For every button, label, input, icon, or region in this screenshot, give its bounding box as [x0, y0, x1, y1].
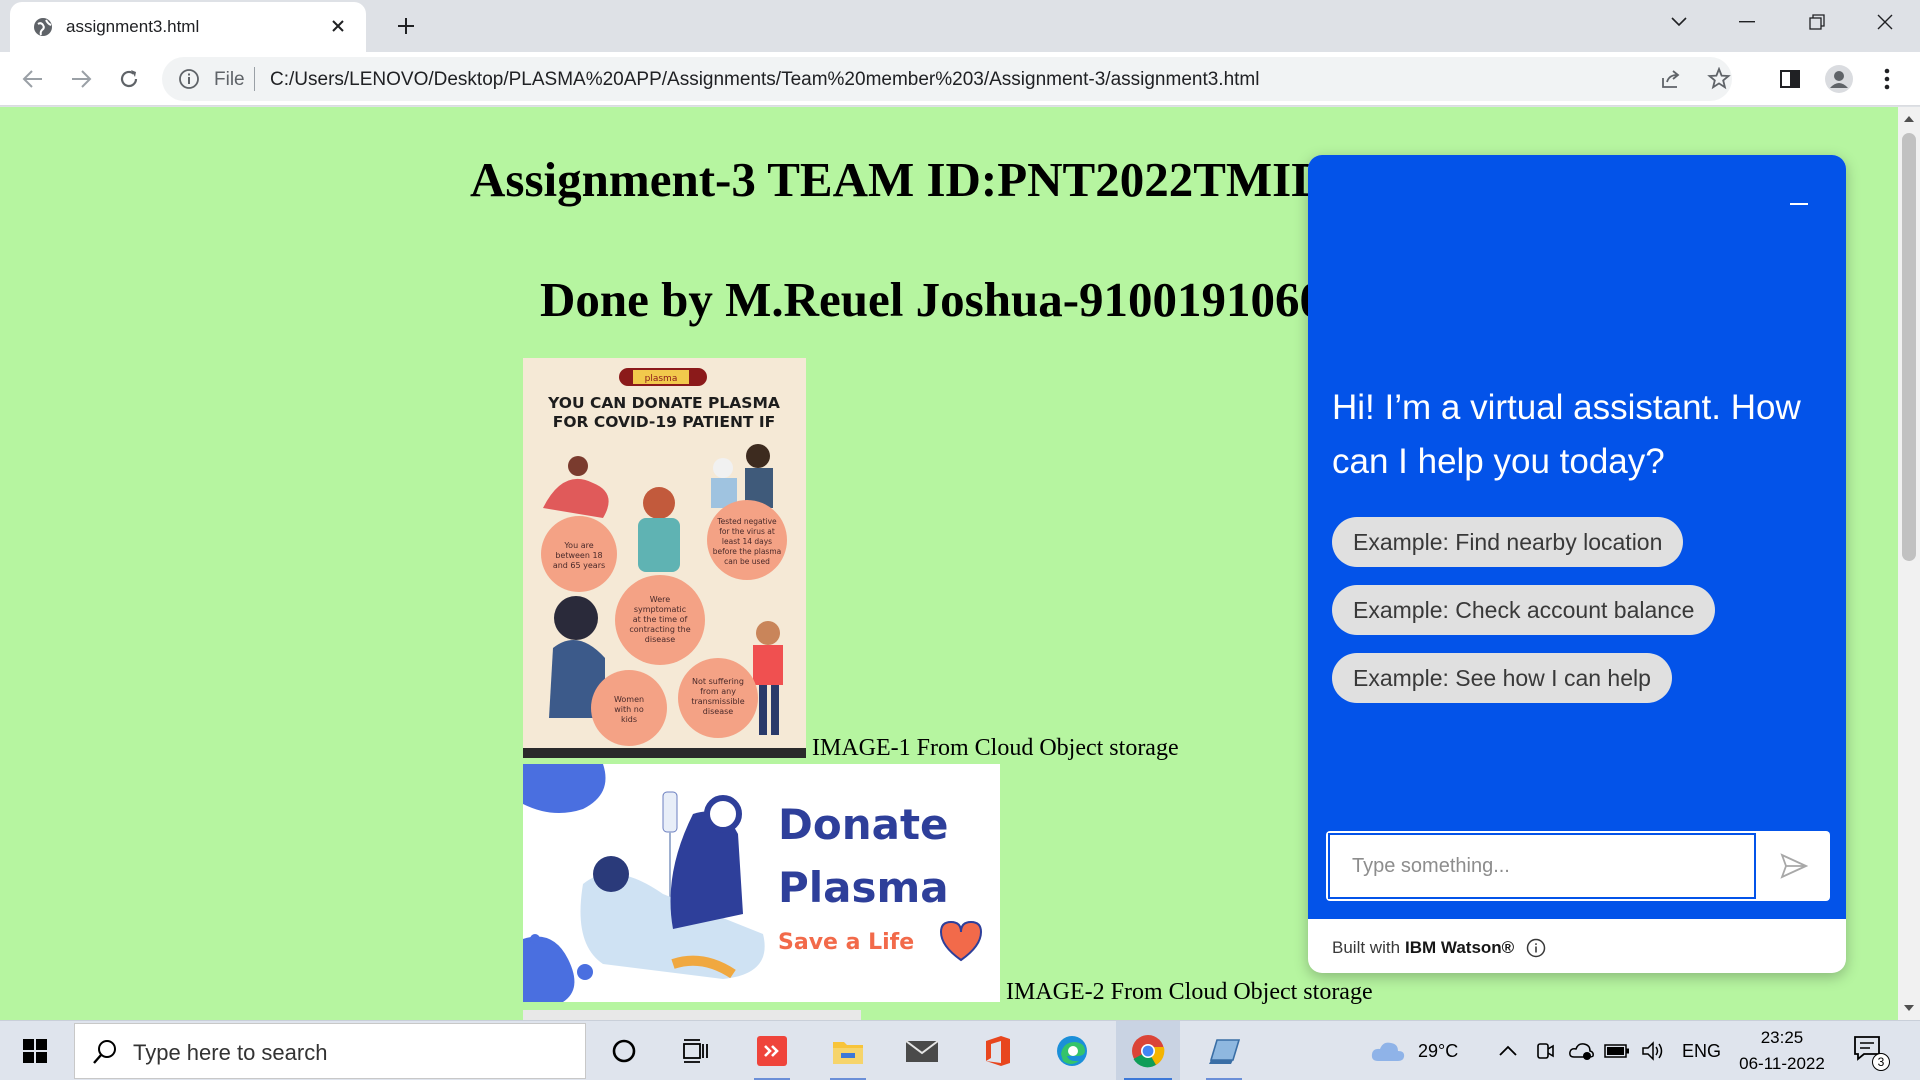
banner-word-plasma: Plasma: [778, 863, 949, 912]
notification-count-badge: 3: [1872, 1053, 1890, 1071]
weather-widget[interactable]: 29°C: [1370, 1021, 1458, 1080]
windows-taskbar: Type here to search 29°C ENG 23:25 06-11…: [0, 1020, 1920, 1080]
taskbar-search-box[interactable]: Type here to search: [74, 1023, 586, 1079]
address-separator: [254, 67, 255, 91]
page-scrollbar[interactable]: [1898, 107, 1920, 1020]
chat-greeting: Hi! I’m a virtual assistant. How can I h…: [1332, 388, 1801, 481]
office-icon[interactable]: [966, 1021, 1030, 1080]
watson-chat-widget: Hi! I’m a virtual assistant. How can I h…: [1308, 155, 1846, 973]
reload-icon[interactable]: [112, 62, 146, 96]
page-heading-team-id: Assignment-3 TEAM ID:PNT2022TMID: [470, 152, 1327, 207]
notification-center-icon[interactable]: 3: [1852, 1033, 1890, 1071]
footer-brand: IBM Watson®: [1405, 938, 1515, 957]
windows-start-icon[interactable]: [0, 1021, 70, 1080]
show-hidden-icons-chevron-icon[interactable]: [1498, 1021, 1518, 1080]
minimize-window-icon[interactable]: [1716, 0, 1778, 44]
chat-input-area: Type something...: [1326, 831, 1830, 901]
chat-suggestion-chip[interactable]: Example: See how I can help: [1332, 653, 1672, 703]
profile-avatar-icon[interactable]: [1824, 64, 1854, 94]
plasma-infographic-image: plasma YOU CAN DONATE PLASMA FOR COVID-1…: [523, 358, 806, 758]
onedrive-cloud-icon[interactable]: [1568, 1021, 1594, 1080]
search-icon: [93, 1040, 116, 1064]
donate-plasma-banner-image: Donate Plasma Save a Life: [523, 764, 1000, 1002]
chat-suggestion-chip[interactable]: Example: Find nearby location: [1332, 517, 1684, 567]
page-viewport: Assignment-3 TEAM ID:PNT2022TMID Done by…: [0, 107, 1898, 1020]
volume-icon[interactable]: [1640, 1021, 1666, 1080]
scroll-up-arrow-icon[interactable]: [1903, 113, 1915, 125]
meet-now-icon[interactable]: [1534, 1021, 1556, 1080]
task-view-icon[interactable]: [664, 1021, 728, 1080]
notepad-app-icon[interactable]: [1192, 1021, 1256, 1080]
image-1-caption: IMAGE-1 From Cloud Object storage: [812, 735, 1179, 761]
input-language-indicator[interactable]: ENG: [1682, 1021, 1721, 1080]
chat-footer: Built with IBM Watson®: [1332, 938, 1546, 958]
globe-icon: [34, 18, 52, 36]
side-panel-icon[interactable]: [1775, 64, 1805, 94]
address-scheme: File: [214, 69, 245, 90]
chrome-browser-icon[interactable]: [1116, 1021, 1180, 1080]
back-arrow-icon[interactable]: [16, 62, 50, 96]
browser-tab[interactable]: assignment3.html: [10, 2, 366, 52]
clock-date: 06-11-2022: [1739, 1054, 1825, 1073]
send-icon[interactable]: [1760, 833, 1828, 899]
infographic-headline-2: FOR COVID-19 PATIENT IF: [553, 413, 776, 431]
page-heading-author: Done by M.Reuel Joshua-9100191060: [540, 272, 1325, 327]
taskbar-clock[interactable]: 23:25 06-11-2022: [1734, 1025, 1830, 1077]
edge-browser-icon[interactable]: [1040, 1021, 1104, 1080]
close-window-icon[interactable]: [1854, 0, 1916, 44]
site-info-icon[interactable]: [178, 68, 200, 90]
share-icon[interactable]: [1658, 66, 1684, 92]
scrollbar-thumb[interactable]: [1902, 133, 1916, 561]
address-bar[interactable]: File C:/Users/LENOVO/Desktop/PLASMA%20AP…: [162, 57, 1732, 101]
bookmark-star-icon[interactable]: [1706, 66, 1732, 92]
battery-icon[interactable]: [1604, 1021, 1630, 1080]
anydesk-app-icon[interactable]: [740, 1021, 804, 1080]
mail-icon[interactable]: [890, 1021, 954, 1080]
restore-window-icon[interactable]: [1786, 0, 1848, 44]
chat-suggestion-chip[interactable]: Example: Check account balance: [1332, 585, 1716, 635]
footer-prefix: Built with: [1332, 938, 1401, 957]
cortana-icon[interactable]: [592, 1021, 656, 1080]
scroll-down-arrow-icon[interactable]: [1903, 1002, 1915, 1014]
new-tab-icon[interactable]: [388, 10, 424, 42]
browser-toolbar: File C:/Users/LENOVO/Desktop/PLASMA%20AP…: [0, 52, 1920, 106]
tab-close-icon[interactable]: [324, 12, 352, 40]
tab-title: assignment3.html: [66, 17, 200, 36]
info-icon[interactable]: [1526, 938, 1546, 958]
chat-message-input[interactable]: Type something...: [1328, 833, 1756, 899]
banner-word-donate: Donate: [778, 800, 949, 849]
infographic-headline-1: YOU CAN DONATE PLASMA: [547, 394, 780, 412]
tab-strip: assignment3.html: [0, 0, 1920, 52]
taskbar-search-placeholder: Type here to search: [133, 1040, 328, 1065]
tab-search-chevron-icon[interactable]: [1648, 0, 1710, 44]
cloud-icon: [1371, 1042, 1405, 1061]
tube-label: plasma: [645, 374, 678, 384]
clock-time: 23:25: [1760, 1028, 1804, 1047]
banner-tagline: Save a Life: [778, 930, 914, 955]
image-3-partial: [523, 1010, 861, 1020]
image-2-caption: IMAGE-2 From Cloud Object storage: [1006, 979, 1373, 1005]
forward-arrow-icon[interactable]: [64, 62, 98, 96]
address-url[interactable]: C:/Users/LENOVO/Desktop/PLASMA%20APP/Ass…: [270, 69, 1259, 91]
weather-temperature: 29°C: [1418, 1040, 1459, 1061]
browser-menu-icon[interactable]: [1872, 64, 1902, 94]
chat-minimize-icon[interactable]: [1790, 201, 1810, 207]
file-explorer-icon[interactable]: [816, 1021, 880, 1080]
